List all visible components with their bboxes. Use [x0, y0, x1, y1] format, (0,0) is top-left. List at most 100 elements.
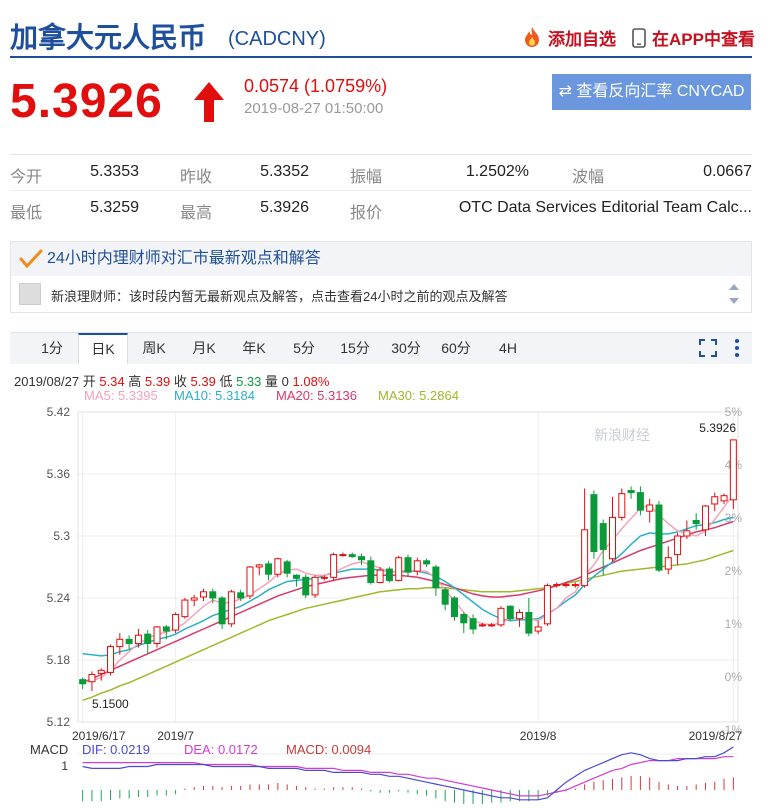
candle-body	[367, 560, 375, 584]
candle-body	[339, 554, 347, 557]
reverse-rate-button[interactable]: ⇄ 查看反向汇率 CNYCAD	[552, 74, 751, 110]
candle-body	[227, 591, 235, 625]
prev-close-label: 昨收	[180, 169, 213, 186]
candle-body	[125, 638, 133, 644]
candle-body	[720, 495, 728, 502]
candle-body	[320, 576, 328, 579]
candle-body	[562, 584, 570, 587]
header-divider	[10, 56, 752, 58]
macd-dif: DIF: 0.0219	[82, 742, 150, 757]
tab-5min[interactable]: 5分	[284, 333, 324, 364]
tab-4h[interactable]: 4H	[488, 333, 528, 364]
x-tick-label: 2019/8/27	[689, 729, 743, 743]
tab-yearly-k[interactable]: 年K	[234, 333, 274, 364]
watermark: 新浪财经	[594, 427, 650, 443]
source-value: OTC Data Services Editorial Team Calc...	[458, 199, 752, 216]
low-price-label: 5.1500	[92, 697, 129, 711]
candle-body	[488, 624, 496, 627]
candle-body	[571, 584, 579, 587]
candle-body	[404, 557, 412, 573]
open-value: 5.3353	[90, 163, 139, 180]
candle-high: 5.39	[144, 374, 171, 389]
advisor-header[interactable]: 24小时内理财师对汇市最新观点和解答	[11, 242, 751, 276]
candle-body	[199, 591, 207, 598]
candle-body	[283, 561, 291, 574]
candle-body	[609, 516, 617, 560]
x-tick-label: 2019/7	[157, 729, 194, 743]
tab-monthly-k[interactable]: 月K	[184, 333, 224, 364]
scroll-arrows-icon[interactable]	[727, 280, 741, 308]
up-arrow-icon	[194, 82, 224, 122]
open-app-button[interactable]: 在APP中查看	[632, 25, 755, 50]
candle-body	[664, 557, 672, 570]
candle-open: 5.34	[99, 374, 125, 389]
high-label: 最高	[180, 205, 213, 222]
candle-body	[255, 564, 263, 568]
candle-body	[311, 576, 319, 596]
candle-body	[432, 566, 440, 589]
candle-body	[506, 605, 514, 620]
tab-60min[interactable]: 60分	[434, 333, 478, 364]
fullscreen-icon[interactable]	[698, 338, 718, 358]
candle-body	[711, 496, 719, 505]
y-tick-label: 5.42	[47, 405, 71, 419]
candle-body	[460, 614, 468, 624]
source-label: 报价	[350, 205, 383, 222]
close-tag: 收	[173, 374, 187, 389]
volatility-label: 波幅	[572, 169, 605, 186]
y-tick-label: 5.24	[47, 591, 71, 605]
open-tag: 开	[82, 374, 96, 389]
candle-body	[525, 611, 533, 634]
y-tick-label: 5.3	[53, 529, 70, 543]
candle-pct: 1.08%	[292, 374, 330, 389]
macd-axis-label: 1	[61, 759, 68, 773]
advisor-message-row[interactable]: 新浪理财师：该时段内暂无最新观点及解答，点击查看24小时之前的观点及解答	[11, 276, 751, 312]
ma10-line	[82, 516, 734, 657]
pct-tick-label: 2%	[725, 564, 743, 578]
candle-body	[478, 624, 486, 627]
quote-row: 今开 5.3353 昨收 5.3352 振幅 1.2502% 波幅 0.0667	[10, 155, 752, 191]
tab-15min[interactable]: 15分	[333, 333, 377, 364]
tab-1min[interactable]: 1分	[32, 333, 72, 364]
add-watchlist-button[interactable]: 添加自选	[522, 25, 616, 50]
amplitude-label: 振幅	[350, 169, 383, 186]
macd-dea: DEA: 0.0172	[184, 742, 258, 757]
y-tick-label: 5.18	[47, 653, 71, 667]
candle-body	[302, 576, 310, 596]
checkmark-icon	[19, 249, 43, 269]
more-options-icon[interactable]	[734, 338, 740, 358]
candle-body	[116, 638, 124, 648]
volatility-value: 0.0667	[703, 163, 752, 180]
candle-body	[172, 614, 180, 631]
candle-body	[627, 490, 635, 494]
pct-tick-label: 1%	[725, 617, 743, 631]
candle-body	[581, 529, 589, 587]
advisor-title: 24小时内理财师对汇市最新观点和解答	[47, 250, 321, 267]
tab-30min[interactable]: 30分	[384, 333, 428, 364]
candle-body	[543, 585, 551, 625]
candle-body	[441, 589, 449, 605]
period-tabs: 1分 日K 周K 月K 年K 5分 15分 30分 60分 4H	[10, 332, 752, 364]
add-watchlist-label: 添加自选	[548, 30, 616, 49]
macd-value: MACD: 0.0094	[286, 742, 372, 757]
candle-body	[590, 494, 598, 552]
candle-body	[265, 563, 273, 575]
candle-volume: 0	[281, 374, 289, 389]
macd-panel: 1	[61, 746, 738, 804]
candle-body	[701, 505, 709, 531]
low-tag: 低	[219, 374, 233, 389]
candle-body	[636, 492, 644, 511]
tab-daily-k[interactable]: 日K	[78, 333, 128, 364]
x-tick-label: 2019/6/17	[72, 729, 126, 743]
candle-body	[190, 597, 198, 601]
candle-body	[292, 574, 300, 579]
tab-weekly-k[interactable]: 周K	[134, 333, 174, 364]
candle-body	[423, 560, 431, 565]
open-app-label: 在APP中查看	[652, 30, 755, 49]
candle-body	[683, 530, 691, 537]
candle-body	[246, 566, 254, 597]
chart-tools	[698, 338, 740, 358]
candle-close: 5.39	[190, 374, 216, 389]
quote-grid: 今开 5.3353 昨收 5.3352 振幅 1.2502% 波幅 0.0667…	[10, 154, 752, 229]
candle-body	[599, 523, 607, 550]
